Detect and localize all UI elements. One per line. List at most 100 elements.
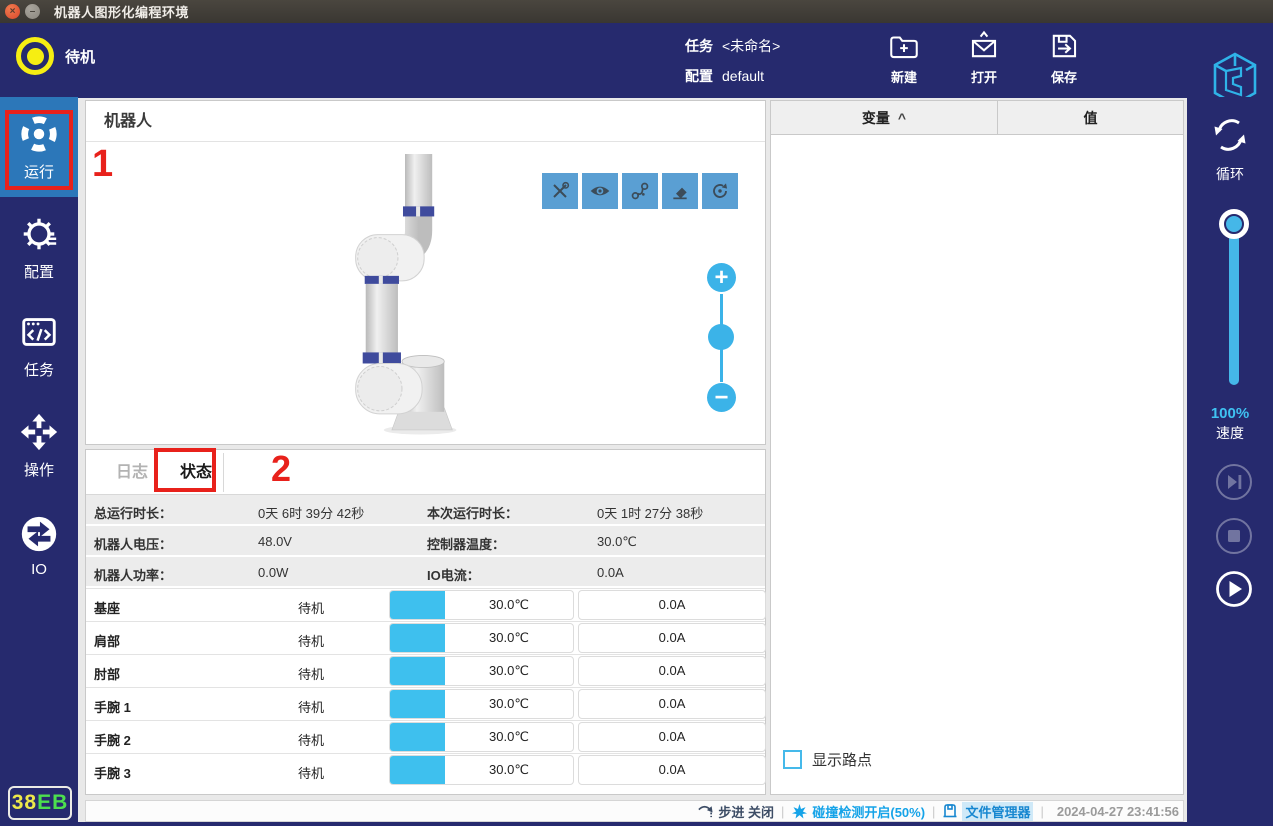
summary-label: 本次运行时长： [427, 503, 518, 522]
speed-slider-handle[interactable] [1219, 209, 1249, 239]
summary-value: 30.0℃ [597, 534, 637, 550]
tab-bar: 日志 状态 [86, 450, 765, 495]
summary-row: 机器人功率： 0.0W IO电流： 0.0A [86, 557, 765, 588]
code-window-icon [18, 311, 60, 353]
tab-status[interactable]: 状态 [168, 450, 224, 495]
temp-bar [390, 624, 445, 652]
joint-current: 0.0A [578, 755, 766, 785]
joint-temp-cell: 30.0℃ [389, 590, 574, 620]
system-datetime: 2024-04-27 23:41:56 [1057, 804, 1179, 819]
view-visibility-button[interactable] [582, 173, 618, 209]
joint-temp: 30.0℃ [445, 696, 573, 712]
eye-icon [588, 179, 612, 203]
collision-detection-indicator[interactable]: 碰撞检测开启(50%) [791, 802, 925, 821]
standby-status-icon [16, 37, 54, 75]
temp-bar [390, 690, 445, 718]
step-mode-indicator[interactable]: 步进 关闭 [697, 802, 774, 821]
robot-arm-image [349, 154, 461, 436]
joint-current: 0.0A [578, 689, 766, 719]
zoom-out-button[interactable]: − [707, 383, 736, 412]
view-erase-button[interactable] [662, 173, 698, 209]
joint-name: 手腕 1 [94, 697, 131, 716]
save-task-button[interactable]: 保存 [1038, 29, 1090, 86]
view-toolbar [542, 173, 738, 209]
show-waypoints-label: 显示路点 [812, 749, 872, 770]
view-path-button[interactable] [622, 173, 658, 209]
header-actions: 新建 打开 保存 [878, 29, 1090, 86]
badge-yellow-part: 38 [12, 791, 37, 815]
minimize-icon[interactable]: – [25, 4, 40, 19]
summary-row: 总运行时长： 0天 6时 39分 42秒 本次运行时长： 0天 1时 27分 3… [86, 495, 765, 526]
play-button[interactable] [1215, 570, 1253, 608]
joint-row-shoulder: 肩部 待机 30.0℃ 0.0A [86, 621, 765, 654]
temp-bar [390, 591, 445, 619]
view-rotate-reset-button[interactable] [702, 173, 738, 209]
open-task-button[interactable]: 打开 [958, 29, 1010, 86]
joint-name: 基座 [94, 598, 120, 617]
new-task-button[interactable]: 新建 [878, 29, 930, 86]
robot-view-panel: 机器人 [85, 100, 766, 445]
value-column-label: 值 [1084, 108, 1098, 128]
joint-row-wrist3: 手腕 3 待机 30.0℃ 0.0A [86, 753, 765, 786]
nav-item-task[interactable]: 任务 [0, 295, 78, 395]
column-header-value[interactable]: 值 [998, 101, 1183, 134]
stop-button[interactable] [1215, 517, 1253, 555]
nav-item-config[interactable]: 配置 [0, 197, 78, 297]
temp-bar [390, 723, 445, 751]
speed-slider-track[interactable] [1229, 219, 1239, 385]
joint-state: 待机 [276, 697, 346, 716]
robot-3d-view[interactable]: + − [86, 142, 765, 444]
nav-label-task: 任务 [24, 359, 54, 380]
zoom-in-button[interactable]: + [707, 263, 736, 292]
statusbar-divider: | [1040, 804, 1043, 819]
move-arrows-icon [18, 411, 60, 453]
loop-mode-button[interactable]: 循环 [1187, 113, 1273, 184]
save-task-label: 保存 [1051, 67, 1077, 86]
close-icon[interactable]: × [5, 4, 20, 19]
show-waypoints-checkbox[interactable] [783, 750, 802, 769]
robot-status-indicator: 待机 [16, 37, 95, 75]
temp-bar [390, 657, 445, 685]
eraser-icon [668, 179, 692, 203]
window-titlebar: × – 机器人图形化编程环境 [0, 0, 1273, 23]
nav-item-operate[interactable]: 操作 [0, 395, 78, 495]
joint-name: 肘部 [94, 664, 120, 683]
config-value: default [722, 68, 764, 84]
joint-current: 0.0A [578, 590, 766, 620]
statusbar-divider: | [781, 804, 784, 819]
summary-label: 机器人功率： [94, 565, 172, 584]
joint-temp: 30.0℃ [445, 663, 573, 679]
joint-state: 待机 [276, 763, 346, 782]
file-manager-button[interactable]: 文件管理器 [942, 802, 1033, 821]
io-arrows-icon [18, 513, 60, 555]
joint-temp: 30.0℃ [445, 630, 573, 646]
task-label: 任务 [685, 36, 713, 56]
summary-label: 总运行时长： [94, 503, 172, 522]
loop-label: 循环 [1187, 164, 1273, 184]
column-header-variable[interactable]: 变量 ^ [771, 101, 998, 134]
nav-item-run[interactable]: 运行 [0, 97, 78, 197]
badge-green-part: EB [37, 791, 68, 815]
summary-row: 机器人电压： 48.0V 控制器温度： 30.0℃ [86, 526, 765, 557]
left-nav: 运行 配置 任务 [0, 97, 78, 826]
stop-icon [1215, 517, 1253, 555]
joint-row-wrist1: 手腕 1 待机 30.0℃ 0.0A [86, 687, 765, 720]
joint-temp-cell: 30.0℃ [389, 689, 574, 719]
joint-state: 待机 [276, 730, 346, 749]
status-bar: 步进 关闭 | 碰撞检测开启(50%) | 文件管理器 | 2024-04-27… [85, 800, 1184, 822]
speed-percent-value: 100% [1187, 405, 1273, 422]
tab-log[interactable]: 日志 [96, 450, 168, 495]
task-config-info: 任务 <未命名> 配置 default [685, 31, 780, 91]
zoom-slider-handle[interactable] [708, 324, 734, 350]
summary-label: IO电流： [427, 565, 480, 584]
nav-item-io[interactable]: IO [0, 495, 78, 595]
gear-icon [18, 213, 60, 255]
summary-value: 0天 6时 39分 42秒 [258, 503, 364, 522]
variables-list-empty [771, 135, 1183, 745]
view-tools-button[interactable] [542, 173, 578, 209]
step-mode-icon [697, 803, 714, 820]
joint-row-base: 基座 待机 30.0℃ 0.0A [86, 588, 765, 621]
step-forward-button[interactable] [1215, 463, 1253, 501]
joint-temp-cell: 30.0℃ [389, 623, 574, 653]
run-control-sidebar: 循环 100% 速度 [1187, 97, 1273, 826]
